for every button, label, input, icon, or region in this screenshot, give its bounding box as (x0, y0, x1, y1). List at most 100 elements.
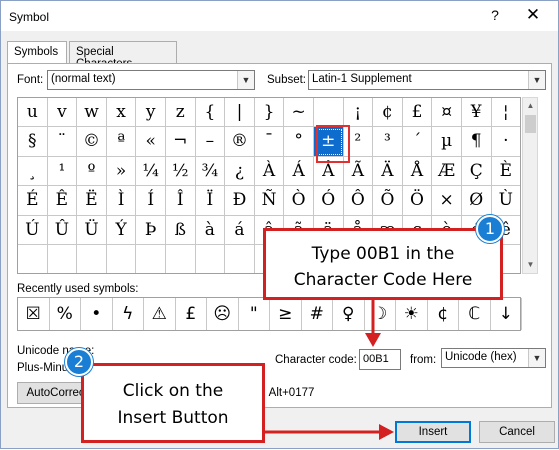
symbol-cell[interactable]: ¬ (165, 127, 196, 157)
symbol-cell[interactable]: Ò (284, 186, 314, 216)
scroll-thumb[interactable] (525, 115, 536, 133)
recent-symbol-cell[interactable]: % (50, 298, 81, 330)
symbol-cell[interactable] (18, 244, 48, 273)
symbol-cell[interactable]: ½ (165, 156, 196, 187)
symbol-cell[interactable]: Ê (47, 186, 78, 216)
symbol-cell[interactable]: x (106, 98, 137, 128)
symbol-cell[interactable] (107, 244, 137, 273)
recent-symbol-cell[interactable]: ¢ (428, 298, 459, 330)
recent-symbol-cell[interactable]: ↓ (491, 298, 522, 330)
symbol-cell[interactable]: § (18, 127, 48, 157)
symbol-cell[interactable]: w (77, 98, 107, 128)
symbol-cell[interactable]: À (254, 156, 285, 187)
symbol-cell[interactable]: – (195, 127, 226, 157)
symbol-cell[interactable]: È (491, 157, 520, 187)
symbol-cell[interactable]: Ø (461, 186, 492, 216)
recent-symbol-cell[interactable]: ☒ (18, 298, 50, 330)
from-select[interactable]: Unicode (hex) ▼ (441, 348, 546, 368)
font-select[interactable]: (normal text) ▼ (47, 70, 255, 90)
recent-symbol-cell[interactable]: " (239, 298, 270, 330)
symbol-cell[interactable]: ¶ (461, 127, 492, 157)
symbol-cell[interactable]: Þ (136, 215, 166, 245)
grid-scrollbar[interactable]: ▲ ▼ (522, 97, 538, 274)
recent-symbol-cell[interactable]: ♀ (333, 298, 365, 330)
symbol-cell[interactable]: ß (165, 215, 196, 245)
symbol-cell[interactable]: ¿ (225, 156, 255, 187)
symbol-cell[interactable]: Ù (491, 186, 520, 216)
symbol-cell[interactable] (225, 244, 255, 273)
symbol-cell[interactable]: ³ (373, 127, 403, 157)
character-code-input[interactable]: 00B1 (359, 349, 401, 370)
symbol-cell[interactable]: ¼ (136, 156, 166, 187)
symbol-cell[interactable]: Ý (106, 215, 137, 245)
symbol-cell[interactable]: y (136, 98, 166, 128)
recent-symbol-cell[interactable]: ϟ (113, 298, 144, 330)
symbol-cell[interactable]: « (136, 127, 166, 157)
symbol-cell[interactable]: ~ (284, 98, 314, 128)
symbol-cell[interactable]: ¦ (491, 98, 520, 128)
recent-symbol-cell[interactable]: ℂ (459, 298, 491, 330)
symbol-cell[interactable]: » (106, 156, 137, 187)
chevron-down-icon[interactable]: ▼ (237, 71, 254, 89)
symbol-cell[interactable]: Ó (313, 186, 344, 216)
symbol-cell[interactable]: } (254, 98, 285, 128)
symbol-cell[interactable] (136, 244, 166, 273)
recent-symbol-cell[interactable]: ☹ (207, 298, 239, 330)
scroll-down-icon[interactable]: ▼ (523, 257, 538, 273)
subset-select[interactable]: Latin-1 Supplement ▼ (308, 70, 546, 90)
symbol-cell[interactable]: ¯ (254, 127, 285, 157)
symbol-cell[interactable]: Î (165, 186, 196, 216)
symbol-cell[interactable]: µ (432, 127, 462, 157)
symbol-cell[interactable]: u (18, 98, 48, 128)
recent-symbols-grid[interactable]: ☒% • ϟ ⚠ £ ☹ " ≥ # ♀ ☽ ☀ ¢ ℂ ↓ (17, 297, 522, 331)
symbol-cell[interactable]: z (165, 98, 196, 128)
symbol-cell[interactable]: × (432, 186, 462, 216)
recent-symbol-cell[interactable]: ⚠ (144, 298, 176, 330)
tab-special-characters[interactable]: Special Characters (69, 41, 177, 70)
symbol-cell[interactable] (77, 244, 107, 273)
symbol-cell[interactable]: { (195, 98, 226, 128)
symbol-cell[interactable]: º (77, 156, 107, 187)
symbol-cell[interactable]: © (77, 127, 107, 157)
symbol-cell[interactable]: | (225, 98, 255, 128)
symbol-cell[interactable]: ¹ (47, 156, 78, 187)
symbol-cell[interactable]: Á (284, 156, 314, 187)
symbol-cell[interactable]: Æ (432, 156, 462, 187)
symbol-cell[interactable]: ¡ (343, 98, 374, 128)
insert-button[interactable]: Insert (395, 421, 471, 443)
symbol-cell[interactable]: Ë (77, 186, 107, 216)
symbol-cell[interactable]: Ô (343, 186, 374, 216)
symbol-cell[interactable]: á (225, 215, 255, 245)
symbol-cell[interactable]: Ð (225, 186, 255, 216)
symbol-cell[interactable]: Ì (106, 186, 137, 216)
symbol-cell[interactable]: ¸ (18, 156, 48, 187)
symbol-cell[interactable] (313, 98, 344, 128)
chevron-down-icon[interactable]: ▼ (528, 349, 545, 367)
symbol-cell[interactable]: · (491, 127, 520, 157)
recent-symbol-cell[interactable]: ☀ (396, 298, 428, 330)
symbol-cell[interactable]: Õ (373, 186, 403, 216)
chevron-down-icon[interactable]: ▼ (528, 71, 545, 89)
recent-symbol-cell[interactable]: ≥ (270, 298, 302, 330)
recent-symbol-cell[interactable]: • (81, 298, 113, 330)
symbol-cell[interactable]: ´ (402, 127, 433, 157)
symbol-cell[interactable]: Ä (373, 156, 403, 187)
help-icon[interactable]: ? (487, 6, 503, 24)
recent-symbol-cell[interactable]: £ (176, 298, 207, 330)
recent-symbol-cell[interactable]: ☽ (365, 298, 396, 330)
symbol-cell[interactable]: Û (47, 215, 78, 245)
close-icon[interactable]: ✕ (521, 4, 545, 26)
symbol-cell[interactable]: ¢ (373, 98, 403, 128)
symbol-cell[interactable]: ¥ (461, 98, 492, 128)
recent-symbol-cell[interactable]: # (302, 298, 333, 330)
symbol-cell[interactable]: ¾ (195, 156, 226, 187)
scroll-up-icon[interactable]: ▲ (523, 98, 538, 114)
symbol-cell[interactable]: v (47, 98, 78, 128)
symbol-cell[interactable]: Å (402, 156, 433, 187)
symbol-cell[interactable]: ¤ (432, 98, 462, 128)
symbol-cell[interactable]: £ (402, 98, 433, 128)
symbol-cell[interactable]: Ü (77, 215, 107, 245)
symbol-cell[interactable]: Ï (195, 186, 226, 216)
symbol-cell[interactable] (48, 244, 78, 273)
symbol-cell[interactable]: É (18, 186, 48, 216)
